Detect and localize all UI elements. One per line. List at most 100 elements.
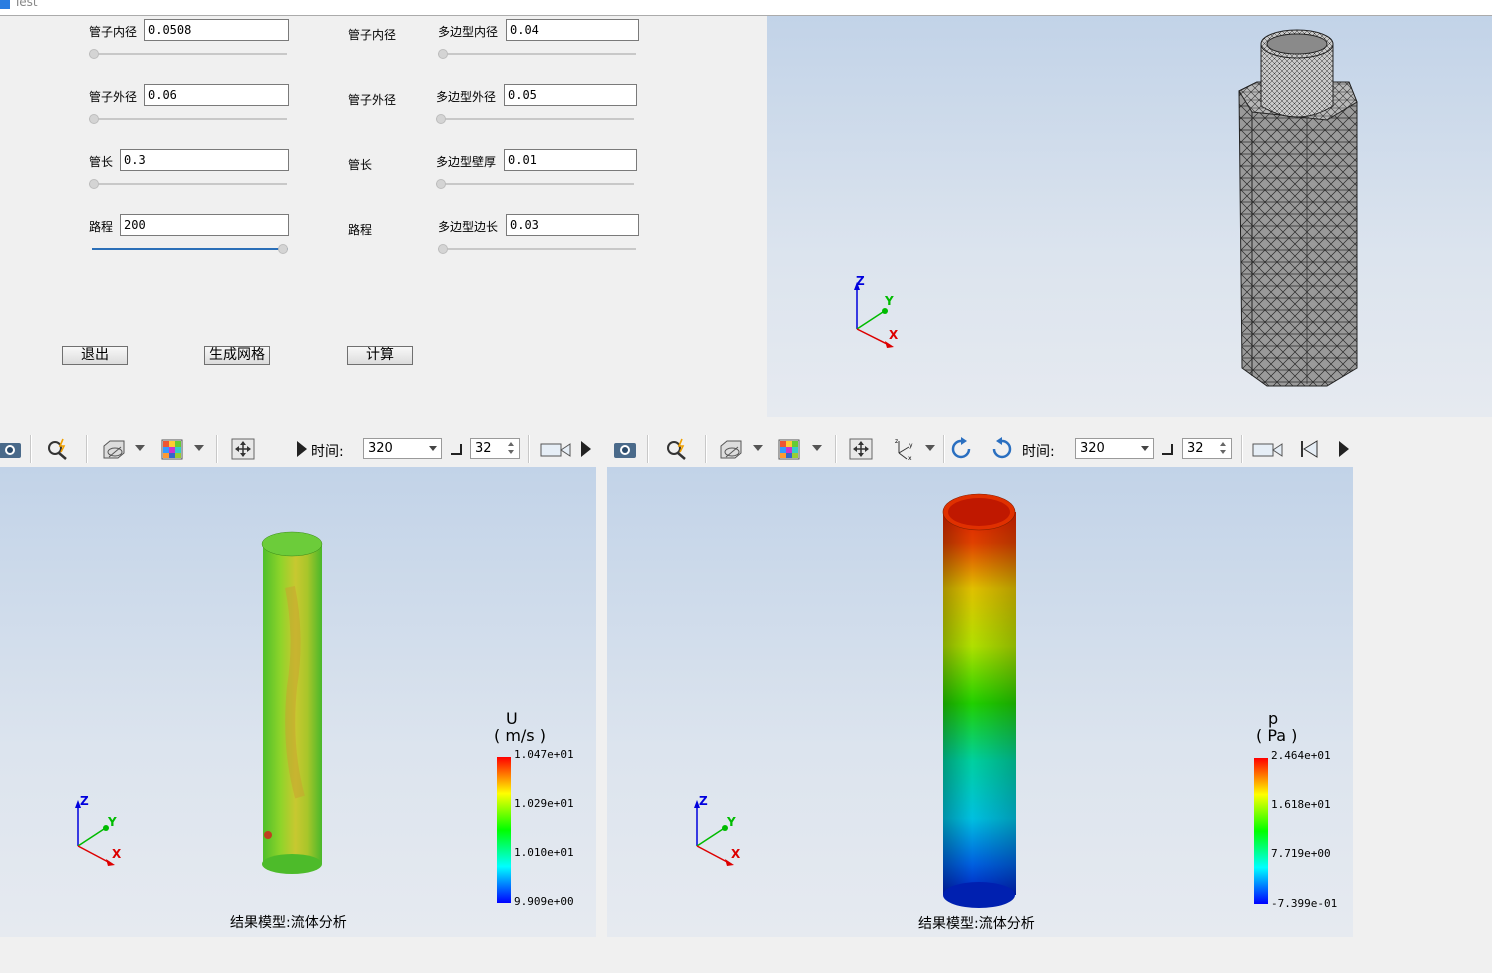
- spin-down-icon-right[interactable]: [1220, 450, 1226, 454]
- display-mode-dropdown-icon[interactable]: [135, 445, 145, 451]
- display-mode-icon-right[interactable]: [719, 437, 743, 461]
- pipe-length-slider[interactable]: [89, 178, 287, 190]
- pipe-length-input[interactable]: 0.3: [120, 149, 289, 171]
- window-title: Test: [14, 0, 38, 9]
- polygon-inner-diameter-slider[interactable]: [438, 48, 636, 60]
- generate-mesh-button[interactable]: 生成网格: [204, 346, 270, 365]
- axis-x-label-right: X: [731, 847, 741, 861]
- camera-icon-right[interactable]: [613, 437, 637, 461]
- distance-input[interactable]: 200: [120, 214, 289, 236]
- legend-tick-left-3: 9.909e+00: [514, 895, 574, 908]
- legend-tick-right-0: 2.464e+01: [1271, 749, 1331, 762]
- zoom-icon-right[interactable]: [665, 437, 689, 461]
- svg-text:z: z: [895, 438, 898, 445]
- camera-icon[interactable]: [0, 437, 22, 461]
- axis-z-label-right: Z: [699, 794, 708, 808]
- pipe-length-label-2: 管长: [348, 158, 373, 172]
- step-spinbox-left[interactable]: 32: [470, 438, 520, 459]
- right-toolbar: z yx 时间: 320 32: [607, 431, 1352, 465]
- first-frame-icon[interactable]: [1297, 437, 1321, 461]
- display-mode-icon[interactable]: [102, 437, 126, 461]
- distance-slider[interactable]: [92, 243, 288, 255]
- pipe-inner-diameter-label: 管子内径: [89, 25, 138, 39]
- time-value-left: 320: [368, 441, 393, 456]
- pipe-inner-diameter-slider[interactable]: [89, 48, 287, 60]
- spin-down-icon[interactable]: [508, 450, 514, 454]
- step-value-right: 32: [1187, 441, 1204, 456]
- polygon-outer-diameter-label: 多边型外径: [436, 90, 497, 104]
- polygon-inner-diameter-label: 多边型内径: [438, 25, 499, 39]
- polygon-outer-diameter-input[interactable]: 0.05: [504, 84, 637, 106]
- velocity-viewport[interactable]: U ( m/s ) 1.047e+01 1.029e+01 1.010e+01 …: [0, 467, 596, 937]
- axis-orientation-icon[interactable]: z yx: [891, 437, 915, 461]
- toolbar-expand-icon[interactable]: [296, 437, 308, 461]
- legend-tick-right-1: 1.618e+01: [1271, 798, 1331, 811]
- app-icon: [0, 0, 10, 9]
- mesh-viewport[interactable]: Z Y X: [767, 16, 1492, 417]
- time-label-left: 时间:: [311, 444, 344, 460]
- axis-z-label: Z: [856, 274, 865, 288]
- pipe-inner-diameter-label-2: 管子内径: [348, 28, 397, 42]
- pressure-viewport[interactable]: p ( Pa ) 2.464e+01 1.618e+01 7.719e+00 -…: [607, 467, 1353, 937]
- toolbar-expand-icon-2[interactable]: [580, 437, 592, 461]
- video-camera-icon-right[interactable]: [1252, 437, 1284, 461]
- pipe-length-label: 管长: [89, 155, 114, 169]
- polygon-side-length-slider[interactable]: [438, 243, 636, 255]
- polygon-side-length-label: 多边型边长: [438, 220, 499, 234]
- step-icon: [451, 444, 462, 455]
- fit-view-icon[interactable]: [231, 437, 255, 461]
- pipe-outer-diameter-label-2: 管子外径: [348, 93, 397, 107]
- pipe-outer-diameter-input[interactable]: 0.06: [144, 84, 289, 106]
- pipe-outer-diameter-label: 管子外径: [89, 90, 138, 104]
- fit-view-icon-right[interactable]: [849, 437, 873, 461]
- time-select-right[interactable]: 320: [1075, 438, 1154, 459]
- left-toolbar: 时间: 320 32: [0, 431, 600, 465]
- rotate-left-icon[interactable]: [949, 437, 973, 461]
- polygon-side-length-input[interactable]: 0.03: [506, 214, 639, 236]
- chevron-down-icon-right: [1141, 446, 1149, 451]
- compute-button[interactable]: 计算: [347, 346, 413, 365]
- chevron-down-icon: [429, 446, 437, 451]
- polygon-wall-thickness-input[interactable]: 0.01: [504, 149, 637, 171]
- step-icon-right: [1162, 444, 1173, 455]
- video-camera-icon[interactable]: [540, 437, 572, 461]
- step-spinbox-right[interactable]: 32: [1182, 438, 1232, 459]
- legend-tick-right-3: -7.399e-01: [1271, 897, 1338, 910]
- legend-colorbar-right: [1254, 758, 1268, 904]
- axis-x-label: X: [889, 328, 899, 342]
- distance-label: 路程: [89, 220, 114, 234]
- legend-tick-left-1: 1.029e+01: [514, 797, 574, 810]
- mesh-model: [1238, 29, 1358, 387]
- polygon-inner-diameter-input[interactable]: 0.04: [506, 19, 639, 41]
- legend-tick-left-2: 1.010e+01: [514, 846, 574, 859]
- axis-y-label-left: Y: [108, 815, 117, 829]
- pipe-outer-diameter-slider[interactable]: [89, 113, 287, 125]
- legend-tick-left-0: 1.047e+01: [514, 748, 574, 761]
- legend-tick-right-2: 7.719e+00: [1271, 847, 1331, 860]
- time-value-right: 320: [1080, 441, 1105, 456]
- display-mode-dropdown-icon-right[interactable]: [753, 445, 763, 451]
- axis-x-label-left: X: [112, 847, 122, 861]
- axis-y-label-right: Y: [727, 815, 736, 829]
- legend-colorbar-left: [497, 757, 511, 903]
- spin-up-icon-right[interactable]: [1220, 442, 1226, 446]
- time-select-left[interactable]: 320: [363, 438, 442, 459]
- zoom-icon[interactable]: [46, 437, 70, 461]
- step-value-left: 32: [475, 441, 492, 456]
- polygon-outer-diameter-slider[interactable]: [436, 113, 634, 125]
- polygon-wall-thickness-slider[interactable]: [436, 178, 634, 190]
- color-map-dropdown-icon[interactable]: [194, 445, 204, 451]
- spin-up-icon[interactable]: [508, 442, 514, 446]
- axis-y-label: Y: [885, 294, 894, 308]
- rotate-right-icon[interactable]: [990, 437, 1014, 461]
- pipe-inner-diameter-input[interactable]: 0.0508: [144, 19, 289, 41]
- legend-unit-right: ( Pa ): [1256, 726, 1298, 745]
- exit-button[interactable]: 退出: [62, 346, 128, 365]
- color-map-dropdown-icon-right[interactable]: [812, 445, 822, 451]
- color-map-icon-right[interactable]: [777, 437, 801, 461]
- color-map-icon[interactable]: [160, 437, 184, 461]
- distance-label-2: 路程: [348, 223, 373, 237]
- toolbar-expand-icon-right[interactable]: [1338, 437, 1350, 461]
- legend-unit-left: ( m/s ): [494, 726, 546, 745]
- axis-orientation-dropdown-icon[interactable]: [925, 445, 935, 451]
